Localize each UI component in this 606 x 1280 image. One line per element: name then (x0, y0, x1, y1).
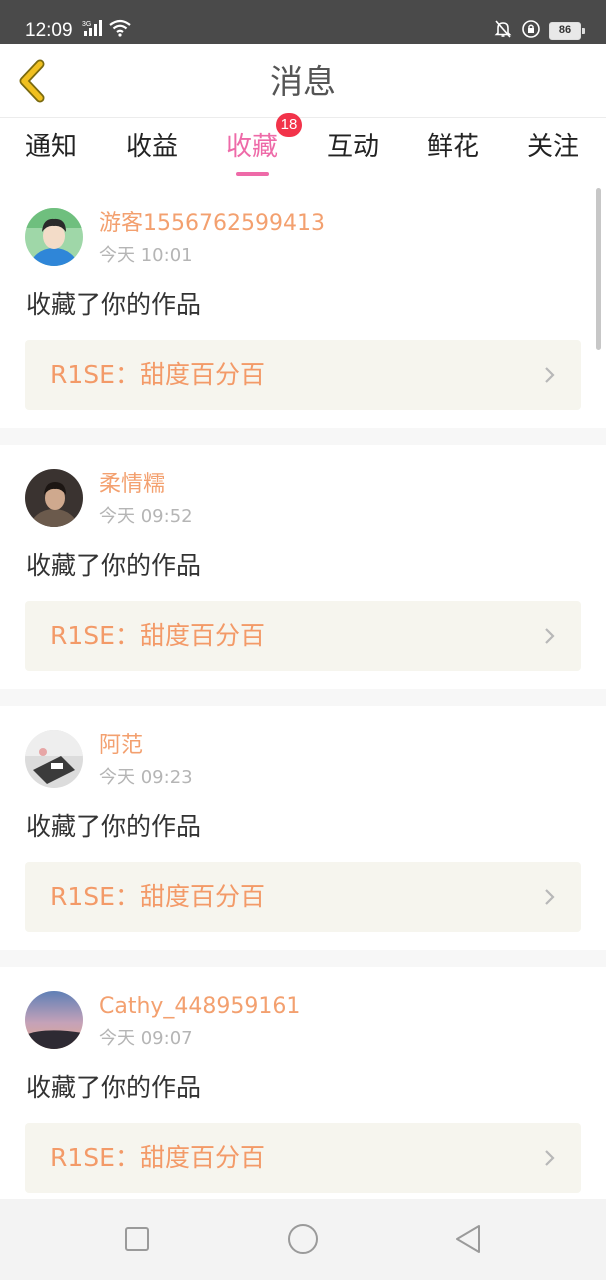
timestamp: 今天 09:07 (99, 1028, 193, 1049)
tab-favorites[interactable]: 收藏 (226, 130, 278, 164)
chevron-right-icon (545, 367, 555, 383)
back-icon[interactable] (453, 1223, 485, 1255)
avatar[interactable] (25, 730, 83, 788)
action-text: 收藏了你的作品 (26, 1073, 202, 1102)
battery-level: 86 (558, 24, 572, 36)
header: 消息 (0, 44, 606, 118)
timestamp: 今天 09:52 (99, 506, 193, 527)
tab-bar: 通知 收益 收藏 互动 鲜花 关注 (0, 118, 606, 184)
timestamp: 今天 09:23 (99, 767, 193, 788)
chevron-right-icon (545, 628, 555, 644)
recent-apps-icon[interactable] (121, 1223, 153, 1255)
mute-icon (493, 19, 513, 43)
scrollbar[interactable] (596, 188, 601, 350)
tab-follows[interactable]: 关注 (527, 130, 579, 164)
status-bar: 12:09 3G 86 (0, 0, 606, 44)
active-tab-indicator (236, 172, 269, 176)
message-list[interactable]: 游客1556762599413 今天 10:01 收藏了你的作品 R1SE：甜度… (0, 184, 606, 1199)
work-title: R1SE：甜度百分百 (50, 882, 265, 911)
list-item: 游客1556762599413 今天 10:01 收藏了你的作品 R1SE：甜度… (0, 184, 606, 428)
signal-icon: 3G (82, 19, 104, 41)
action-text: 收藏了你的作品 (26, 290, 202, 319)
username[interactable]: 游客1556762599413 (99, 210, 325, 238)
username[interactable]: 柔情糯 (99, 471, 165, 499)
rotation-lock-icon (521, 19, 541, 43)
username[interactable]: 阿范 (99, 732, 143, 760)
chevron-right-icon (545, 1150, 555, 1166)
work-title: R1SE：甜度百分百 (50, 360, 265, 389)
network-type: 3G (82, 21, 91, 28)
action-text: 收藏了你的作品 (26, 812, 202, 841)
timestamp: 今天 10:01 (99, 245, 193, 266)
list-item: 柔情糯 今天 09:52 收藏了你的作品 R1SE：甜度百分百 (0, 445, 606, 689)
tab-notifications[interactable]: 通知 (25, 130, 77, 164)
avatar[interactable] (25, 991, 83, 1049)
battery-icon: 86 (549, 22, 585, 40)
list-item: Cathy_448959161 今天 09:07 收藏了你的作品 R1SE：甜度… (0, 967, 606, 1199)
chevron-right-icon (545, 889, 555, 905)
status-time: 12:09 (25, 20, 73, 41)
work-link[interactable]: R1SE：甜度百分百 (25, 340, 581, 410)
favorites-count-badge: 18 (276, 113, 302, 137)
system-nav-bar (0, 1199, 606, 1280)
tab-flowers[interactable]: 鲜花 (427, 130, 479, 164)
username[interactable]: Cathy_448959161 (99, 993, 300, 1021)
wifi-icon (108, 19, 132, 41)
home-icon[interactable] (287, 1223, 319, 1255)
page-title: 消息 (270, 62, 336, 101)
tab-earnings[interactable]: 收益 (126, 130, 178, 164)
avatar[interactable] (25, 208, 83, 266)
avatar[interactable] (25, 469, 83, 527)
tab-interactions[interactable]: 互动 (327, 130, 379, 164)
work-title: R1SE：甜度百分百 (50, 621, 265, 650)
list-item: 阿范 今天 09:23 收藏了你的作品 R1SE：甜度百分百 (0, 706, 606, 950)
action-text: 收藏了你的作品 (26, 551, 202, 580)
work-title: R1SE：甜度百分百 (50, 1143, 265, 1172)
work-link[interactable]: R1SE：甜度百分百 (25, 601, 581, 671)
work-link[interactable]: R1SE：甜度百分百 (25, 862, 581, 932)
work-link[interactable]: R1SE：甜度百分百 (25, 1123, 581, 1193)
